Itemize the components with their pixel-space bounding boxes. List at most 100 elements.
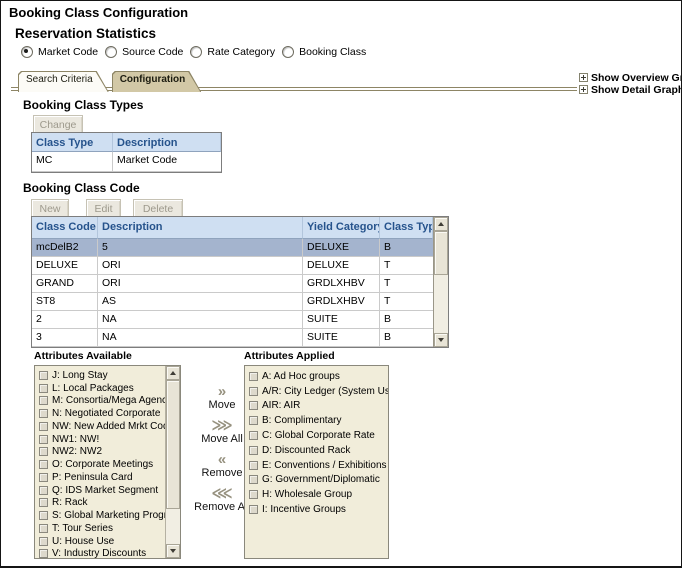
attribute-list-item[interactable]: AIR: AIR: [245, 399, 388, 414]
table-cell: GRAND: [32, 275, 98, 293]
table-cell: T: [380, 275, 433, 293]
checkbox-icon[interactable]: [249, 416, 258, 425]
scrollbar-thumb[interactable]: [434, 231, 448, 275]
checkbox-icon[interactable]: [39, 384, 48, 393]
checkbox-icon[interactable]: [39, 371, 48, 380]
checkbox-icon[interactable]: [249, 446, 258, 455]
statistic-type-radio-group: Market Code Source Code Rate Category Booki…: [21, 46, 366, 58]
tab-bar: Search CriteriaConfiguration: [18, 71, 201, 92]
attribute-list-item[interactable]: D: Discounted Rack: [245, 443, 388, 458]
tab-configuration[interactable]: Configuration: [112, 71, 202, 92]
table-cell: DELUXE: [32, 257, 98, 275]
scrollbar-down-button[interactable]: [166, 544, 180, 558]
booking-class-types-table: Class TypeDescriptionMCMarket Code: [31, 132, 222, 173]
checkbox-icon[interactable]: [249, 461, 258, 470]
attribute-item-label: V: Industry Discounts: [52, 548, 146, 559]
column-header: Class Type: [380, 217, 433, 239]
table-row[interactable]: mcDelB25DELUXEB: [32, 239, 433, 257]
checkbox-icon[interactable]: [39, 435, 48, 444]
up-arrow-icon: [170, 371, 176, 375]
checkbox-icon[interactable]: [249, 431, 258, 440]
attribute-list-item[interactable]: P: Peninsula Card: [35, 471, 165, 484]
attribute-list-item[interactable]: A: Ad Hoc groups: [245, 369, 388, 384]
table-row[interactable]: 3NASUITEB: [32, 329, 433, 347]
column-header: Description: [98, 217, 303, 239]
scrollbar-thumb[interactable]: [166, 380, 180, 509]
table-row[interactable]: ST8ASGRDLXHBVT: [32, 293, 433, 311]
table-row[interactable]: MCMarket Code: [32, 152, 221, 172]
radio-option-booking-class[interactable]: Booking Class: [282, 46, 366, 58]
checkbox-icon[interactable]: [39, 537, 48, 546]
checkbox-icon[interactable]: [39, 447, 48, 456]
attribute-list-item[interactable]: N: Negotiated Corporate: [35, 407, 165, 420]
checkbox-icon[interactable]: [39, 498, 48, 507]
column-header: Class Type: [32, 133, 113, 152]
attribute-list-item[interactable]: V: Industry Discounts: [35, 548, 165, 561]
page-frame: Booking Class Configuration Reservation …: [0, 0, 682, 568]
radio-option-market-code[interactable]: Market Code: [21, 46, 98, 58]
scrollbar-up-button[interactable]: [434, 217, 448, 231]
attribute-item-label: NW: New Added Mrkt Code: [52, 421, 165, 432]
attribute-list-item[interactable]: Q: IDS Market Segment: [35, 484, 165, 497]
attribute-list-item[interactable]: L: Local Packages: [35, 382, 165, 395]
checkbox-icon[interactable]: [39, 460, 48, 469]
attribute-list-item[interactable]: C: Global Corporate Rate: [245, 428, 388, 443]
attribute-list-item[interactable]: H: Wholesale Group: [245, 487, 388, 502]
scrollbar-down-button[interactable]: [434, 333, 448, 347]
attribute-list-item[interactable]: U: House Use: [35, 535, 165, 548]
attribute-list-item[interactable]: E: Conventions / Exhibitions: [245, 458, 388, 473]
checkbox-icon[interactable]: [39, 409, 48, 418]
checkbox-icon[interactable]: [249, 372, 258, 381]
checkbox-icon[interactable]: [249, 490, 258, 499]
radio-button-icon: [105, 46, 117, 58]
attribute-list-item[interactable]: A/R: City Ledger (System Used): [245, 384, 388, 399]
checkbox-icon[interactable]: [39, 422, 48, 431]
attribute-item-label: NW2: NW2: [52, 446, 102, 457]
attribute-item-label: L: Local Packages: [52, 383, 134, 394]
attribute-list-item[interactable]: R: Rack: [35, 497, 165, 510]
attribute-list-item[interactable]: S: Global Marketing Programme: [35, 509, 165, 522]
table-cell: ORI: [98, 257, 303, 275]
checkbox-icon[interactable]: [249, 475, 258, 484]
radio-option-label: Market Code: [38, 46, 98, 58]
tab-search-criteria[interactable]: Search Criteria: [18, 71, 109, 92]
table-row[interactable]: 2NASUITEB: [32, 311, 433, 329]
show-overview-graph-link[interactable]: Show Overview Graph: [579, 72, 682, 83]
table-header-row: Class CodeDescriptionYield CategoryClass…: [32, 217, 433, 239]
attribute-list-item[interactable]: M: Consortia/Mega Agencies: [35, 395, 165, 408]
checkbox-icon[interactable]: [249, 505, 258, 514]
attribute-list-item[interactable]: J: Long Stay: [35, 369, 165, 382]
show-detail-graph-link[interactable]: Show Detail Graph: [579, 84, 682, 95]
checkbox-icon[interactable]: [39, 486, 48, 495]
checkbox-icon[interactable]: [39, 511, 48, 520]
graph-links: Show Overview GraphShow Detail Graph: [579, 72, 682, 96]
graph-link-label: Show Overview Graph: [591, 72, 682, 84]
checkbox-icon[interactable]: [39, 396, 48, 405]
attribute-list-item[interactable]: NW: New Added Mrkt Code: [35, 420, 165, 433]
down-arrow-icon: [438, 338, 444, 342]
checkbox-icon[interactable]: [39, 549, 48, 558]
graph-link-label: Show Detail Graph: [591, 84, 682, 96]
attribute-list-item[interactable]: NW2: NW2: [35, 446, 165, 459]
attribute-list-item[interactable]: NW1: NW!: [35, 433, 165, 446]
attribute-list-item[interactable]: T: Tour Series: [35, 522, 165, 535]
radio-option-rate-category[interactable]: Rate Category: [190, 46, 275, 58]
checkbox-icon[interactable]: [39, 473, 48, 482]
scrollbar-up-button[interactable]: [166, 366, 180, 380]
table-row[interactable]: GRANDORIGRDLXHBVT: [32, 275, 433, 293]
checkbox-icon[interactable]: [39, 524, 48, 533]
radio-option-source-code[interactable]: Source Code: [105, 46, 183, 58]
attribute-list-item[interactable]: G: Government/Diplomatic: [245, 473, 388, 488]
table-cell: GRDLXHBV: [303, 275, 380, 293]
attribute-list-item[interactable]: O: Corporate Meetings: [35, 458, 165, 471]
attributes-applied-listbox: A: Ad Hoc groupsA/R: City Ledger (System…: [244, 365, 389, 559]
checkbox-icon[interactable]: [249, 387, 258, 396]
attribute-list-item[interactable]: I: Incentive Groups: [245, 502, 388, 517]
attribute-list-item[interactable]: B: Complimentary: [245, 413, 388, 428]
checkbox-icon[interactable]: [249, 401, 258, 410]
attribute-item-label: P: Peninsula Card: [52, 472, 133, 483]
attribute-item-label: B: Complimentary: [262, 415, 341, 426]
attribute-item-label: I: Incentive Groups: [262, 504, 346, 515]
table-row[interactable]: DELUXEORIDELUXET: [32, 257, 433, 275]
radio-button-icon: [282, 46, 294, 58]
